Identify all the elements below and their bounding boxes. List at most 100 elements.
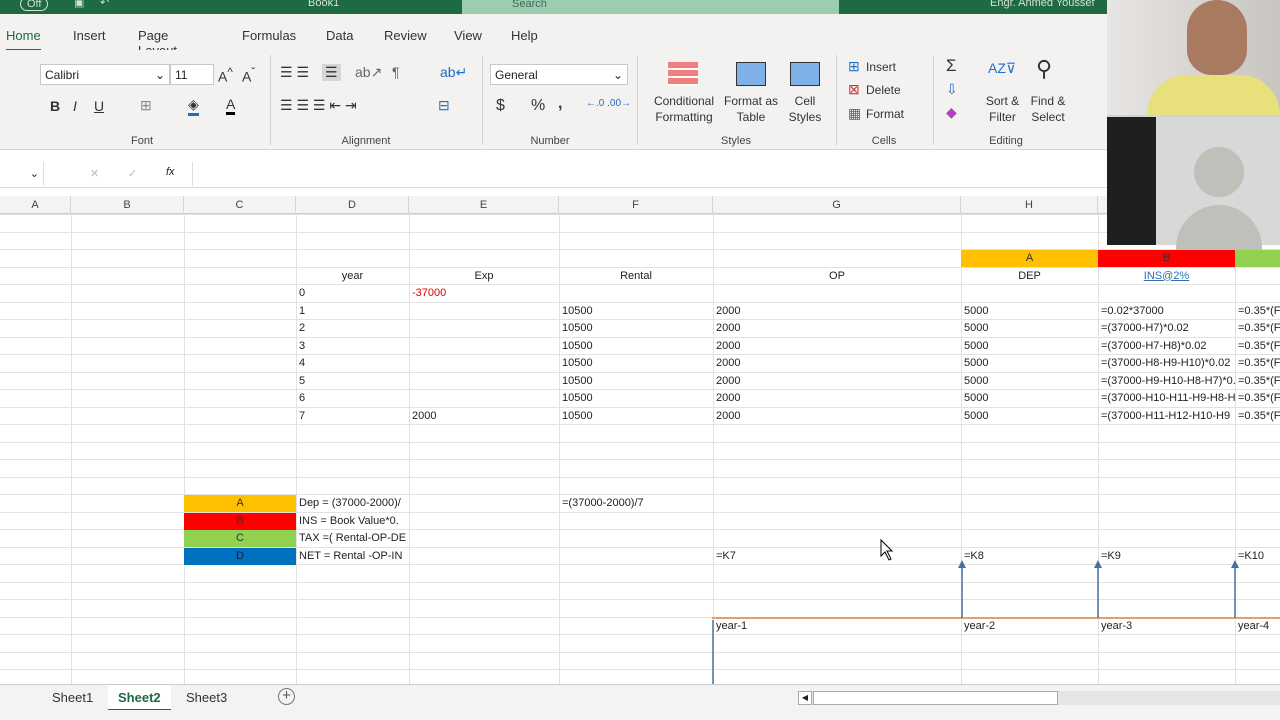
- search-input[interactable]: Search: [462, 0, 839, 14]
- borders-icon[interactable]: ⊞: [140, 97, 152, 114]
- column-header-a[interactable]: A: [0, 196, 71, 214]
- autosum-icon[interactable]: Σ: [946, 56, 957, 76]
- cell-d4[interactable]: 0: [296, 285, 409, 302]
- cell-d9[interactable]: 5: [296, 373, 409, 390]
- cell-g3[interactable]: OP: [713, 268, 961, 285]
- cell-i2[interactable]: B: [1098, 250, 1235, 267]
- conditional-formatting-button[interactable]: Conditional Formatting: [644, 93, 724, 125]
- cell-d19[interactable]: NET = Rental -OP-IN: [296, 548, 409, 565]
- worksheet-grid[interactable]: A Byear Exp Rental OP DEP INS@2% 0 -37000 1 10500 2…: [0, 214, 1280, 684]
- sheet-tab-sheet1[interactable]: Sheet1: [42, 685, 103, 711]
- cell-j10[interactable]: =0.35*(F: [1235, 390, 1280, 407]
- column-header-g[interactable]: G: [713, 196, 961, 214]
- cell-e4[interactable]: -37000: [409, 285, 559, 302]
- number-format-select[interactable]: General ⌄: [490, 64, 628, 85]
- cell-i9[interactable]: =(37000-H9-H10-H8-H7)*0.02: [1098, 373, 1235, 390]
- grow-font-icon[interactable]: A^: [218, 66, 233, 85]
- undo-icon[interactable]: ↶: [100, 0, 109, 9]
- format-as-table-button[interactable]: Format as Table: [720, 93, 782, 125]
- cell-g9[interactable]: 2000: [713, 373, 961, 390]
- cell-d10[interactable]: 6: [296, 390, 409, 407]
- cell-e11[interactable]: 2000: [409, 408, 559, 425]
- cell-g10[interactable]: 2000: [713, 390, 961, 407]
- column-header-e[interactable]: E: [409, 196, 559, 214]
- cell-j9[interactable]: =0.35*(F: [1235, 373, 1280, 390]
- filename[interactable]: Book1: [308, 0, 339, 9]
- cell-d11[interactable]: 7: [296, 408, 409, 425]
- add-sheet-button[interactable]: +: [278, 688, 295, 705]
- save-icon[interactable]: ▣: [74, 0, 84, 9]
- percent-icon[interactable]: %: [531, 97, 545, 115]
- cell-f7[interactable]: 10500: [559, 338, 713, 355]
- cell-f16[interactable]: =(37000-2000)/7: [559, 495, 713, 512]
- cell-c17[interactable]: B: [184, 512, 296, 530]
- cell-g23[interactable]: year-1: [713, 618, 961, 635]
- currency-icon[interactable]: $: [496, 97, 505, 115]
- cell-j5[interactable]: =0.35*(F: [1235, 303, 1280, 320]
- cell-h10[interactable]: 5000: [961, 390, 1098, 407]
- underline-icon[interactable]: U: [94, 98, 104, 114]
- cell-d8[interactable]: 4: [296, 355, 409, 372]
- scrollbar-thumb[interactable]: [813, 691, 1058, 705]
- shrink-font-icon[interactable]: Aˇ: [242, 66, 255, 85]
- cell-i19[interactable]: =K9: [1098, 548, 1235, 565]
- cell-h9[interactable]: 5000: [961, 373, 1098, 390]
- cell-j2[interactable]: [1235, 250, 1280, 267]
- sheet-tab-sheet3[interactable]: Sheet3: [176, 685, 237, 711]
- cell-h3[interactable]: DEP: [961, 268, 1098, 285]
- cell-d17[interactable]: INS = Book Value*0.: [296, 513, 409, 530]
- cell-g5[interactable]: 2000: [713, 303, 961, 320]
- scroll-left-icon[interactable]: ◀: [798, 691, 812, 705]
- cell-d7[interactable]: 3: [296, 338, 409, 355]
- font-name-select[interactable]: Calibri ⌄: [40, 64, 170, 85]
- conditional-formatting-icon[interactable]: [668, 62, 698, 86]
- tab-data[interactable]: Data: [326, 22, 353, 49]
- cell-f10[interactable]: 10500: [559, 390, 713, 407]
- cell-g8[interactable]: 2000: [713, 355, 961, 372]
- cell-f3[interactable]: Rental: [559, 268, 713, 285]
- cell-c19[interactable]: D: [184, 547, 296, 565]
- decimal-icon[interactable]: ←.0 .00→: [586, 98, 631, 109]
- fx-icon[interactable]: fx: [166, 166, 175, 178]
- cell-j7[interactable]: =0.35*(F: [1235, 338, 1280, 355]
- cell-f9[interactable]: 10500: [559, 373, 713, 390]
- comma-icon[interactable]: ,: [558, 95, 562, 113]
- cell-i6[interactable]: =(37000-H7)*0.02: [1098, 320, 1235, 337]
- tab-formulas[interactable]: Formulas: [242, 22, 296, 49]
- autosave-toggle[interactable]: Off: [20, 0, 49, 11]
- tab-review[interactable]: Review: [384, 22, 427, 49]
- cell-d16[interactable]: Dep = (37000-2000)/: [296, 495, 409, 512]
- cell-h19[interactable]: =K8: [961, 548, 1098, 565]
- column-header-c[interactable]: C: [184, 196, 296, 214]
- cell-g11[interactable]: 2000: [713, 408, 961, 425]
- sort-filter-button[interactable]: Sort & Filter: [980, 93, 1025, 125]
- cell-j8[interactable]: =0.35*(F: [1235, 355, 1280, 372]
- cell-h7[interactable]: 5000: [961, 338, 1098, 355]
- cell-styles-button[interactable]: Cell Styles: [780, 93, 830, 125]
- clear-icon[interactable]: ◆: [946, 104, 957, 121]
- cell-i10[interactable]: =(37000-H10-H11-H9-H8-H7)*0.02: [1098, 390, 1235, 407]
- enter-icon[interactable]: ✓: [128, 167, 137, 180]
- font-color-icon[interactable]: A: [226, 96, 236, 115]
- cell-j6[interactable]: =0.35*(F: [1235, 320, 1280, 337]
- cell-f11[interactable]: 10500: [559, 408, 713, 425]
- cell-h6[interactable]: 5000: [961, 320, 1098, 337]
- cell-styles-icon[interactable]: [790, 62, 820, 86]
- cell-e3[interactable]: Exp: [409, 268, 559, 285]
- formula-input[interactable]: [192, 162, 1110, 186]
- cell-h11[interactable]: 5000: [961, 408, 1098, 425]
- wrap-text-icon[interactable]: ab↵: [440, 64, 467, 81]
- cell-i7[interactable]: =(37000-H7-H8)*0.02: [1098, 338, 1235, 355]
- cell-i5[interactable]: =0.02*37000: [1098, 303, 1235, 320]
- cell-h2[interactable]: A: [961, 250, 1098, 267]
- cell-i23[interactable]: year-3: [1098, 618, 1235, 635]
- cell-g7[interactable]: 2000: [713, 338, 961, 355]
- bold-icon[interactable]: B: [50, 98, 60, 114]
- cell-f5[interactable]: 10500: [559, 303, 713, 320]
- font-size-select[interactable]: 11: [170, 64, 214, 85]
- format-as-table-icon[interactable]: [736, 62, 766, 86]
- cell-d3[interactable]: year: [296, 268, 409, 285]
- orientation-icon[interactable]: ab↗: [355, 64, 382, 81]
- align-top-icon[interactable]: ☰ ☰: [280, 64, 309, 81]
- cell-i3[interactable]: INS@2%: [1098, 268, 1235, 285]
